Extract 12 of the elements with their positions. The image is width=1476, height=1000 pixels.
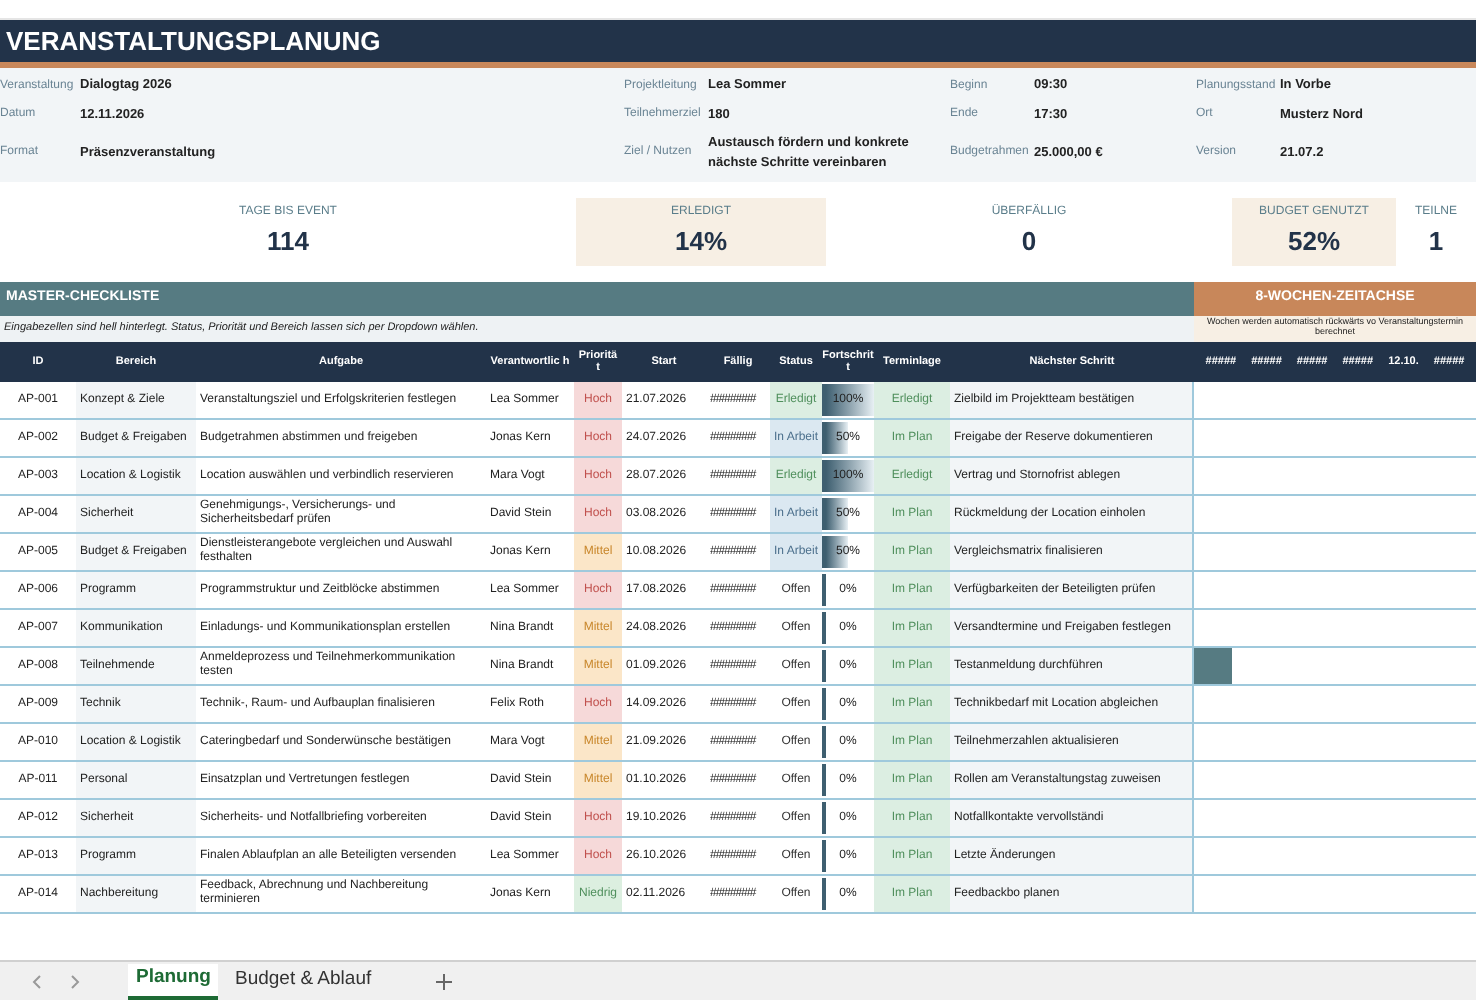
kpi-value: 114 (267, 223, 309, 260)
plus-icon[interactable] (435, 973, 452, 989)
chevron-right-icon[interactable] (70, 973, 80, 989)
kpi-value: 1 (1428, 223, 1444, 260)
kpi-value: 14% (674, 223, 728, 260)
kpi-value: 0 (1021, 223, 1037, 260)
sheet-tab[interactable]: Budget & Ablauf (226, 963, 380, 999)
timeline-bar (1194, 648, 1232, 684)
sheet-tab[interactable]: Planung (128, 963, 219, 999)
sheet-title: VERANSTALTUNGSPLANUNG (6, 23, 381, 60)
chevron-left-icon[interactable] (32, 973, 42, 989)
kpi-value: 52% (1287, 223, 1341, 260)
